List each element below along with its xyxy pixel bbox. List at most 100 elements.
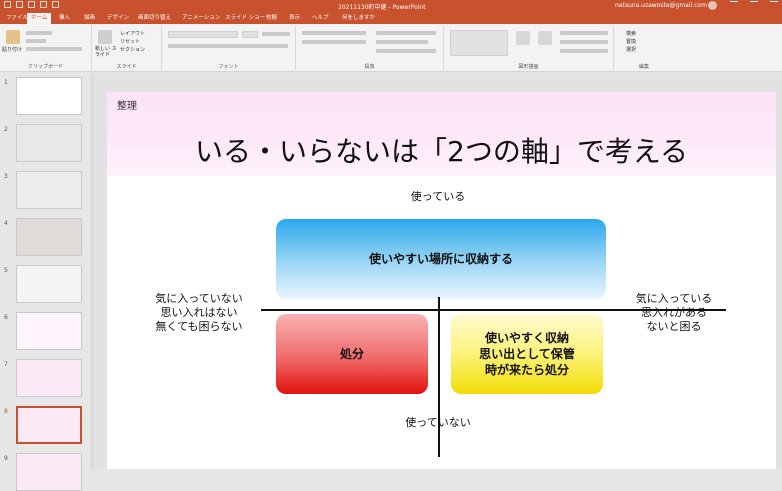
maximize-icon[interactable]	[750, 1, 758, 9]
keep-quadrant-box[interactable]: 使いやすい場所に収納する	[276, 219, 606, 299]
tab-transitions[interactable]: 画面切り替え	[134, 13, 175, 24]
store-quadrant-line: 使いやすく収納	[484, 331, 569, 345]
list-buttons[interactable]	[302, 31, 366, 35]
horizontal-axis	[261, 309, 726, 311]
slide-number: 8	[4, 408, 8, 415]
store-quadrant-line: 時が来たら処分	[484, 363, 569, 377]
paste-label[interactable]: 貼り付け	[2, 46, 22, 53]
font-size-buttons[interactable]	[262, 32, 290, 36]
shape-outline-button[interactable]	[560, 40, 608, 44]
section-label: 整理	[117, 101, 137, 112]
text-direction-button[interactable]	[376, 31, 436, 35]
slide-thumbnail[interactable]	[16, 312, 82, 350]
slide-thumbnail-selected[interactable]	[16, 406, 82, 444]
shape-fill-button[interactable]	[560, 31, 608, 35]
vertical-axis	[438, 297, 440, 457]
font-size-select[interactable]	[242, 31, 258, 38]
axis-top-label: 使っている	[410, 190, 466, 203]
format-painter-button[interactable]	[26, 47, 82, 51]
start-from-beginning-icon[interactable]	[40, 1, 47, 8]
tell-me-search[interactable]: 何をしますか	[338, 13, 379, 24]
tab-home[interactable]: ホーム	[27, 13, 52, 24]
slide-thumbnail[interactable]	[16, 124, 82, 162]
slide-thumbnail[interactable]	[16, 171, 82, 209]
paste-icon[interactable]	[6, 30, 20, 44]
slide-thumbnail[interactable]	[16, 359, 82, 397]
save-icon[interactable]	[4, 1, 11, 8]
axis-right-labels: 気に入っている 思入れがある ないと困る	[618, 292, 730, 334]
font-family-select[interactable]	[168, 31, 238, 38]
font-group: フォント	[162, 26, 296, 70]
shapes-gallery[interactable]	[450, 30, 508, 56]
axis-right-line: 気に入っている	[635, 292, 713, 305]
ribbon: 貼り付け クリップボード 新しい スライド レイアウト リセット セクション ス…	[0, 24, 782, 72]
undo-icon[interactable]	[16, 1, 23, 8]
smartart-button[interactable]	[376, 49, 436, 53]
axis-right-line: ないと困る	[646, 320, 702, 333]
replace-button[interactable]: 置換	[626, 38, 636, 45]
slide-number: 4	[4, 220, 8, 227]
tab-design[interactable]: デザイン	[103, 13, 133, 24]
copy-button[interactable]	[26, 39, 46, 43]
tab-animations[interactable]: アニメーション	[178, 13, 224, 24]
find-button[interactable]: 検索	[626, 30, 636, 37]
slide-thumbnail[interactable]	[16, 265, 82, 303]
axis-left-labels: 気に入っていない 思い入れはない 無くても困らない	[143, 292, 255, 334]
paragraph-group-label: 段落	[364, 64, 375, 70]
slide-thumbnail[interactable]	[16, 218, 82, 256]
slide-thumbnails-panel: 1 2 3 4 5 6 7 8 9	[0, 73, 94, 491]
customize-toolbar-icon[interactable]	[52, 1, 59, 8]
slides-group: 新しい スライド レイアウト リセット セクション スライド	[92, 26, 162, 70]
slide-title[interactable]: いる・いらないは「2つの軸」で考える	[107, 130, 776, 170]
tab-draw[interactable]: 描画	[80, 13, 99, 24]
editing-group: 検索 置換 選択 編集	[614, 26, 674, 70]
clipboard-group-label: クリップボード	[27, 64, 63, 70]
select-button[interactable]: 選択	[626, 46, 636, 53]
slide-number: 3	[4, 173, 8, 180]
slide-number: 5	[4, 267, 8, 274]
slide-number: 2	[4, 126, 8, 133]
slide-number: 9	[4, 455, 8, 462]
close-icon[interactable]	[770, 1, 778, 9]
slide-number: 1	[4, 79, 8, 86]
quick-styles-icon[interactable]	[538, 31, 552, 45]
cut-button[interactable]	[26, 31, 52, 35]
tab-help[interactable]: ヘルプ	[308, 13, 333, 24]
slide-thumbnail[interactable]	[16, 77, 82, 115]
align-text-button[interactable]	[376, 40, 428, 44]
store-quadrant-line: 思い出として保管	[479, 347, 575, 361]
account-name[interactable]: natsuna.uzawoste@gmail.com	[615, 2, 707, 9]
new-slide-label[interactable]: 新しい スライド	[95, 46, 117, 58]
quick-access-toolbar	[4, 1, 59, 8]
slide-thumbnail[interactable]	[16, 453, 82, 491]
editing-group-label: 編集	[638, 64, 649, 70]
tab-insert[interactable]: 挿入	[55, 13, 74, 24]
slide-canvas[interactable]: 整理 いる・いらないは「2つの軸」で考える 使っている 使っていない 気に入って…	[107, 92, 776, 469]
dispose-quadrant-box[interactable]: 処分	[276, 314, 428, 394]
ribbon-tabs: ファイル ホーム 挿入 描画 デザイン 画面切り替え アニメーション スライド …	[0, 11, 782, 24]
store-quadrant-box[interactable]: 使いやすく収納 思い出として保管 時が来たら処分	[451, 314, 603, 394]
font-group-label: フォント	[218, 64, 239, 70]
layout-button[interactable]: レイアウト	[120, 30, 145, 37]
avatar[interactable]	[708, 1, 717, 10]
axis-left-line: 無くても困らない	[155, 320, 243, 333]
document-title: 20211130町中継 - PowerPoint	[338, 4, 426, 11]
align-buttons[interactable]	[302, 40, 366, 44]
section-button[interactable]: セクション	[120, 46, 145, 53]
minimize-icon[interactable]	[730, 1, 738, 9]
reset-button[interactable]: リセット	[120, 38, 140, 45]
slide-number: 7	[4, 361, 8, 368]
tab-view[interactable]: 表示	[285, 13, 304, 24]
arrange-icon[interactable]	[516, 31, 530, 45]
new-slide-icon[interactable]	[98, 30, 112, 44]
font-format-buttons[interactable]	[168, 44, 288, 48]
axis-left-line: 思い入れはない	[160, 306, 238, 319]
drawing-group: 図形描画	[444, 26, 614, 70]
slide-number: 6	[4, 314, 8, 321]
slides-group-label: スライド	[116, 64, 137, 70]
redo-icon[interactable]	[28, 1, 35, 8]
tab-review[interactable]: 校閲	[262, 13, 281, 24]
title-bar: 20211130町中継 - PowerPoint natsuna.uzawost…	[0, 0, 782, 11]
window-controls	[730, 1, 778, 9]
shape-effects-button[interactable]	[560, 49, 608, 53]
